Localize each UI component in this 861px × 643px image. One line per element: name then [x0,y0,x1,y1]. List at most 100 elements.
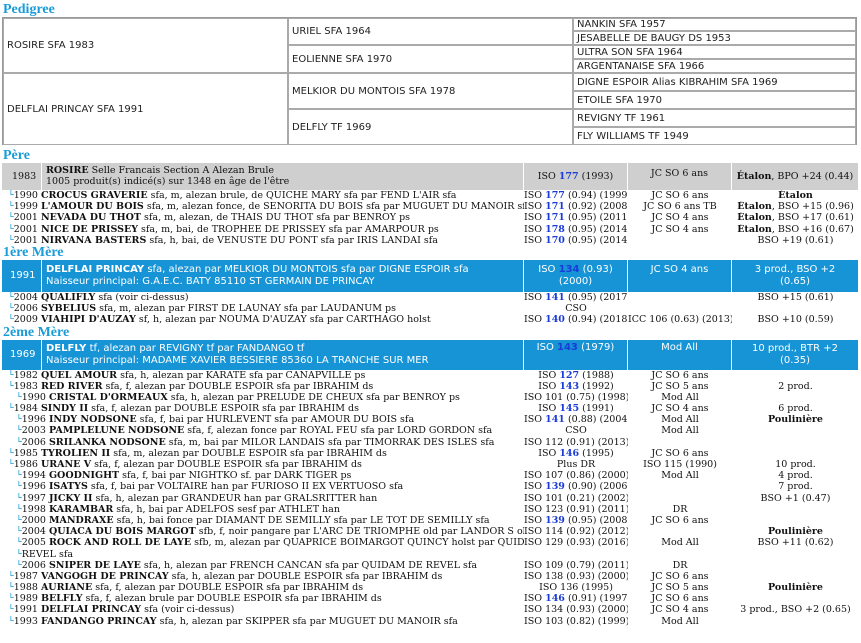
iso-link[interactable]: 170 [545,235,565,246]
offspring-name[interactable]: VIAHIPI D'AUZAY [41,314,136,325]
iso-cell: ISO 129 (0.93) (2016) [524,537,628,548]
jc-cell: JC SO 6 ans [651,369,709,381]
offspring-name[interactable]: SRILANKA NODSONE [49,437,166,448]
pedigree-gp[interactable]: DELFLY TF 1969 [288,109,573,145]
mere2-heading: 2ème Mère [3,324,70,340]
jc-cell: JC SO 4 ans [651,604,709,616]
offspring-year: 1990 [13,190,41,201]
offspring-name[interactable]: ROCK AND ROLL DE LAYE [49,537,191,548]
perf-cell [732,616,859,627]
offspring-name[interactable]: NEVADA DU THOT [41,212,141,223]
offspring-name[interactable]: DELFLAI PRINCAY [41,604,141,615]
offspring-cell: └1999 L'AMOUR DU BOIS sfa, m, alezan fon… [2,201,524,212]
perf-cell [732,549,859,560]
pedigree-ggp[interactable]: FLY WILLIAMS TF 1949 [573,127,856,145]
offspring-year: 2009 [13,314,41,326]
offspring-desc: sfa, h, alezan par PRELUDE DE CHEUX sfa … [167,391,460,403]
iso-cell: ISO 101 (0.21) (2002) [524,493,628,504]
offspring-name[interactable]: BELFLY [41,593,83,604]
iso-link[interactable]: 145 [559,403,579,414]
iso-link[interactable]: 178 [545,224,565,235]
offspring-name[interactable]: TYROLIEN II [41,448,110,459]
iso-link[interactable]: 141 [545,414,565,425]
pedigree-ggp[interactable]: NANKIN SFA 1957 [573,18,856,31]
iso-link[interactable]: 171 [545,201,565,212]
offspring-name[interactable]: CRISTAL D'ORMEAUX [49,392,168,403]
offspring-name[interactable]: JICKY II [49,493,92,504]
offspring-name[interactable]: QUIACA DU BOIS MARGOT [49,526,196,537]
iso-link[interactable]: 140 [545,314,565,325]
iso-label: ISO 129 (0.93) (2016) [524,537,628,549]
mere1-year: 1991 [2,259,42,292]
offspring-name[interactable]: KARAMBAR [49,504,113,515]
jc-cell: Mod All [661,615,699,627]
offspring-name[interactable]: SNIPER DE LAYE [49,560,141,571]
offspring-name[interactable]: ISATYS [49,481,88,492]
offspring-name[interactable]: L'AMOUR DU BOIS [41,201,144,212]
table-row: └1988 AURIANE sfa, f, alezan par DOUBLE … [2,582,861,593]
pedigree-ggp[interactable]: DIGNE ESPOIR Alias KIBRAHIM SFA 1969 [573,73,856,91]
offspring-name[interactable]: AURIANE [41,582,92,593]
offspring-desc: sfa, m, bai, de TROPHEE DE PRISSEY sfa p… [137,223,439,235]
offspring-name[interactable]: QUALIFLY [41,292,95,303]
offspring-name[interactable]: URANE V [41,459,91,470]
jc-cell: JC SO 6 ans [651,514,709,526]
offspring-name[interactable]: FANDANGO PRINCAY [41,616,157,627]
offspring-name[interactable]: SYBELIUS [41,303,96,314]
table-row: └2003 PAMPLELUNE NODSONE sfa, f, alezan … [2,425,861,436]
pedigree-ggp[interactable]: ARGENTANAISE SFA 1966 [573,59,856,73]
pedigree-ggp[interactable]: REVIGNY TF 1961 [573,109,856,127]
perf-detail: , BSO +15 (0.96) [771,201,854,213]
offspring-name[interactable]: GOODNIGHT [49,470,119,481]
offspring-name[interactable]: CROCUS GRAVERIE [41,190,148,201]
jc-cell [628,493,732,504]
perf-cell: Poulinière [732,582,859,593]
perf-cell [732,448,859,459]
offspring-name[interactable]: QUEL AMOUR [41,370,117,381]
offspring-desc: sfa, f, bai par NIGHTKO sf. par DARK TIG… [119,470,352,482]
perf-cell: Étalon, BSO +15 (0.96) [732,201,859,212]
perf-status: Étalon [778,190,813,201]
jc-cell [628,303,732,314]
offspring-name[interactable]: SINDY II [41,403,88,414]
mere2-name[interactable]: DELFLY [46,343,86,354]
pedigree-gp[interactable]: URIEL SFA 1964 [288,18,573,45]
offspring-cell: └1993 FANDANGO PRINCAY sfa, h, alezan pa… [2,616,524,627]
iso-cell: ISO 123 (0.91) (2011) [524,504,628,515]
offspring-name[interactable]: PAMPLELUNE NODSONE [49,425,184,436]
iso-link[interactable]: 177 [545,190,565,201]
offspring-name[interactable]: NICE DE PRISSEY [41,224,138,235]
perf-cell [732,392,859,403]
mere1-name[interactable]: DELFLAI PRINCAY [46,264,144,275]
pedigree-ggp[interactable]: ULTRA SON SFA 1964 [573,45,856,59]
iso-link[interactable]: 146 [559,448,579,459]
pedigree-dam[interactable]: DELFLAI PRINCAY SFA 1991 [3,73,288,145]
pere-name[interactable]: ROSIRE [46,165,89,176]
mere2-year: 1969 [2,339,42,370]
offspring-name[interactable]: MANDRAXE [49,515,114,526]
iso-link[interactable]: 143 [559,381,579,392]
offspring-name[interactable]: VANGOGH DE PRINCAY [41,571,169,582]
iso-label: ISO 101 (0.21) (2002) [524,492,628,504]
iso-link[interactable]: 146 [545,593,565,604]
iso-link[interactable]: 139 [545,515,565,526]
perf-cell: BSO +1 (0.47) [732,493,859,504]
iso-link[interactable]: 127 [559,370,579,381]
offspring-year: 2004 [13,291,41,303]
jc-cell: Mod All [661,414,699,426]
iso-link[interactable]: 171 [545,212,565,223]
pedigree-ggp[interactable]: JESABELLE DE BAUGY DS 1953 [573,31,856,45]
iso-link[interactable]: 139 [545,481,565,492]
perf-cell: 3 prod., BSO +2 (0.65) [732,604,859,615]
iso-label: ISO [538,380,560,392]
offspring-name[interactable]: INDY NODSONE [49,414,137,425]
offspring-name[interactable]: RED RIVER [41,381,103,392]
offspring-cell: └2006 SNIPER DE LAYE sfa, h, alezan par … [2,560,524,571]
pedigree-gp[interactable]: MELKIOR DU MONTOIS SFA 1978 [288,73,573,109]
iso-link[interactable]: 141 [545,292,565,303]
pedigree-ggp[interactable]: ETOILE SFA 1970 [573,91,856,109]
iso-cell: ISO 138 (0.93) (2000) [524,571,628,582]
pedigree-sire[interactable]: ROSIRE SFA 1983 [3,18,288,73]
pedigree-gp[interactable]: EOLIENNE SFA 1970 [288,45,573,73]
offspring-cell: └REVEL sfa [2,549,524,560]
